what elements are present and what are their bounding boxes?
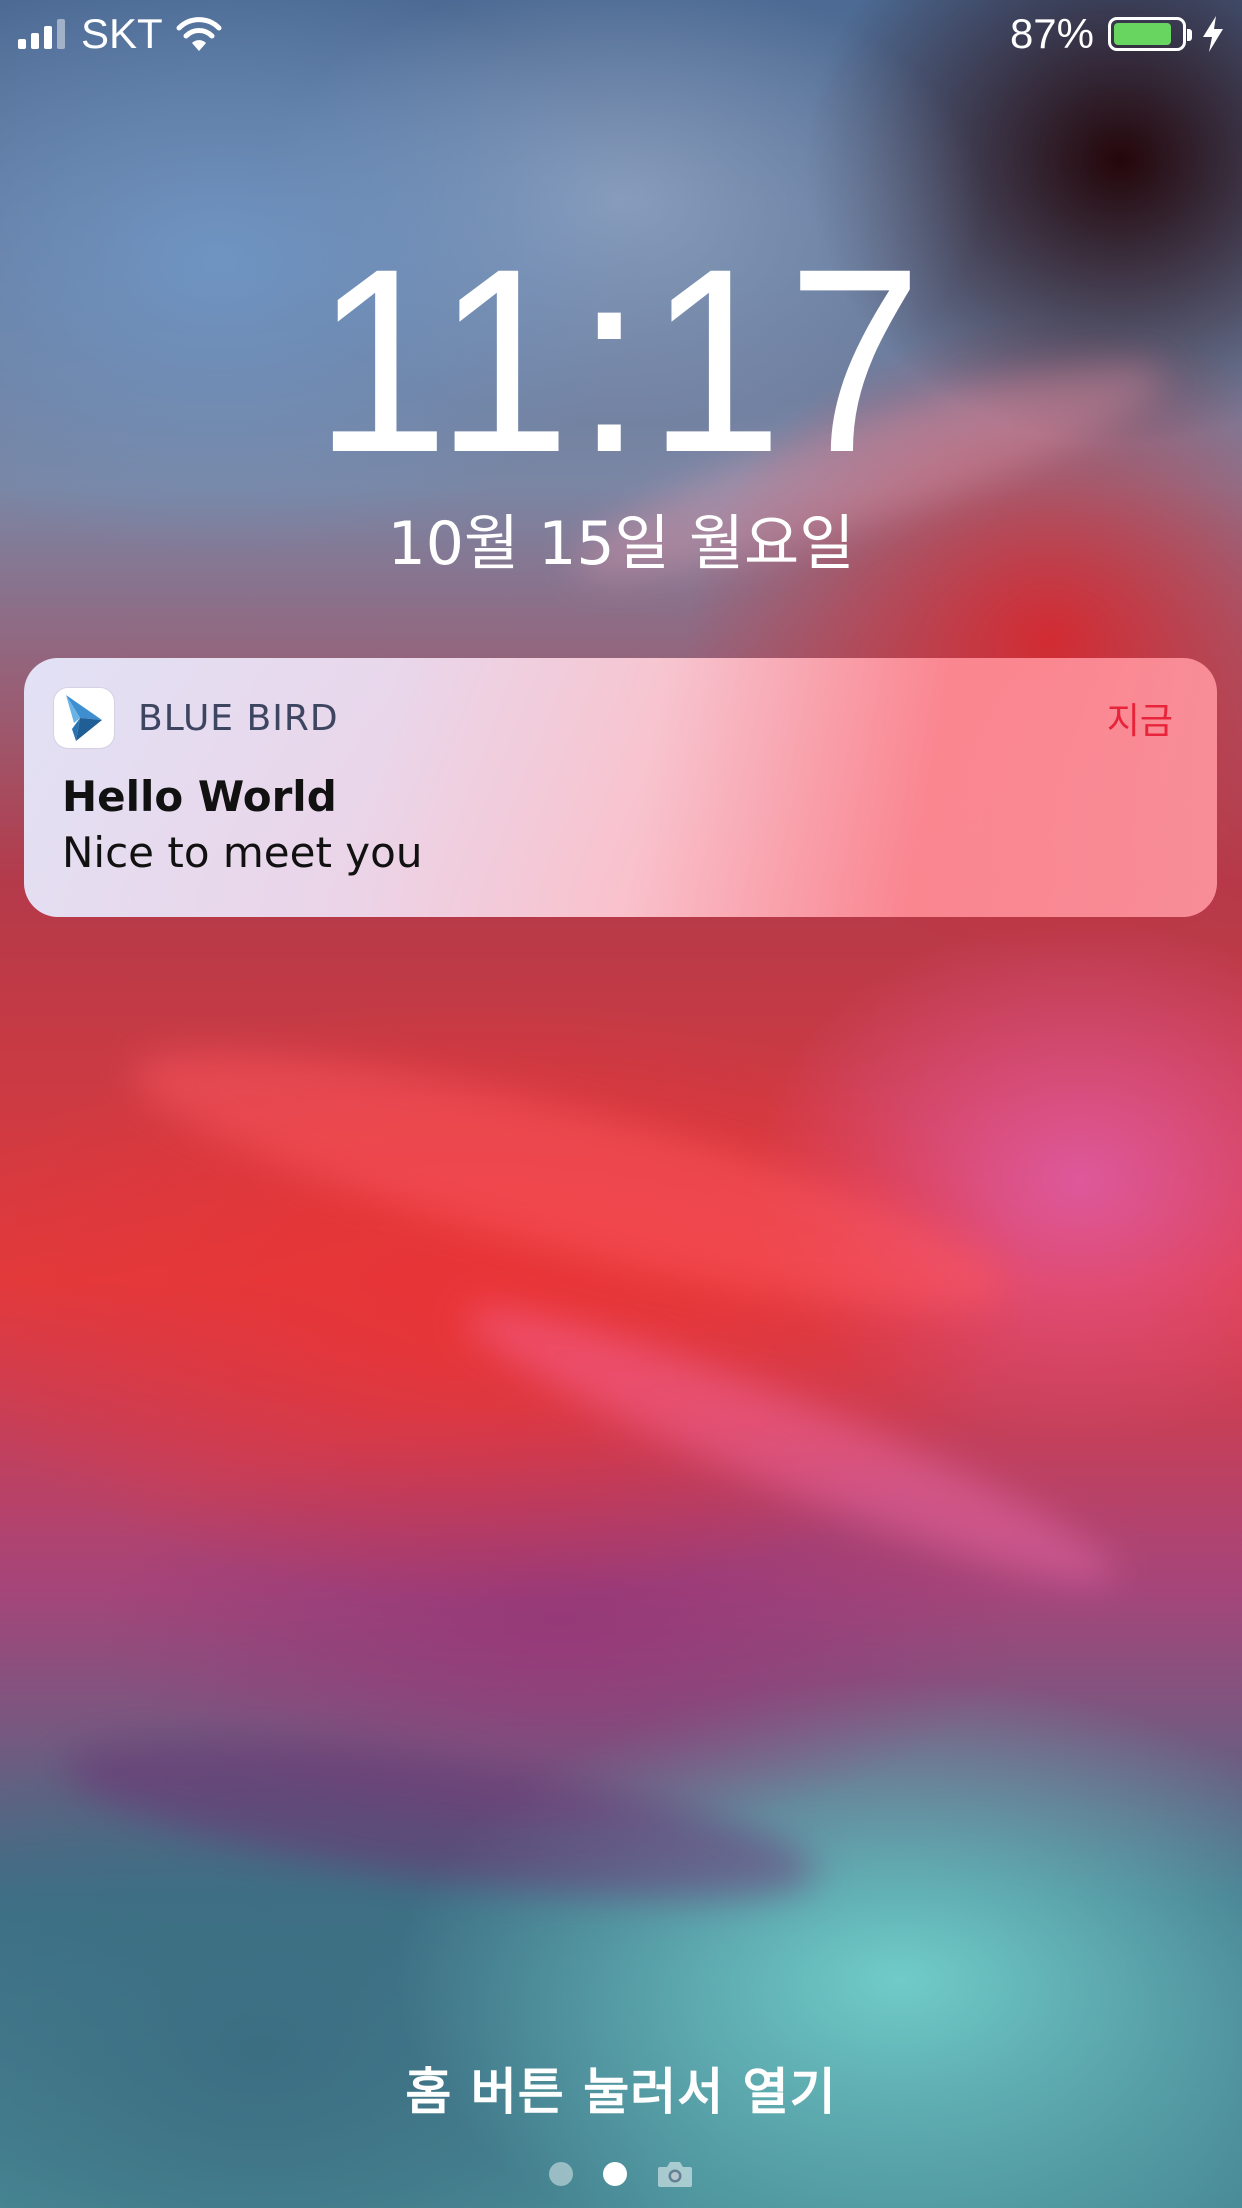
notification-title: Hello World <box>62 772 337 821</box>
carrier-name: SKT <box>81 10 163 57</box>
wallpaper-streak <box>116 1003 1024 1357</box>
status-bar-left: SKT <box>18 10 223 58</box>
camera-icon[interactable] <box>657 2160 693 2188</box>
battery-percent: 87% <box>1009 10 1094 57</box>
page-indicator[interactable] <box>0 2160 1242 2188</box>
page-dot[interactable] <box>549 2162 573 2186</box>
unlock-hint: 홈 버튼 눌러서 열기 <box>405 2063 837 2121</box>
wallpaper-streak <box>55 1707 825 1933</box>
battery-icon <box>1108 17 1192 51</box>
bird-icon <box>66 695 102 741</box>
battery-fill <box>1114 23 1172 45</box>
status-bar: SKT 87% <box>0 0 1242 72</box>
wallpaper-streak <box>448 1272 1132 1618</box>
notification-body: Nice to meet you <box>62 828 423 877</box>
page-dot-active[interactable] <box>603 2162 627 2186</box>
notification-time: 지금 <box>1106 701 1173 742</box>
lock-screen-clock: 11:17 <box>314 214 928 507</box>
status-bar-right: 87% <box>1010 10 1226 58</box>
lock-screen-date: 10월 15일 월요일 <box>387 509 855 579</box>
notification-banner[interactable]: BLUE BIRD 지금 Hello World Nice to meet yo… <box>24 658 1217 917</box>
charging-bolt-icon <box>1203 16 1223 52</box>
notification-header: BLUE BIRD 지금 <box>54 688 1173 748</box>
notification-app-name: BLUE BIRD <box>138 697 339 739</box>
wifi-icon <box>176 17 222 51</box>
blue-bird-app-icon <box>54 688 114 748</box>
signal-icon <box>18 19 65 49</box>
